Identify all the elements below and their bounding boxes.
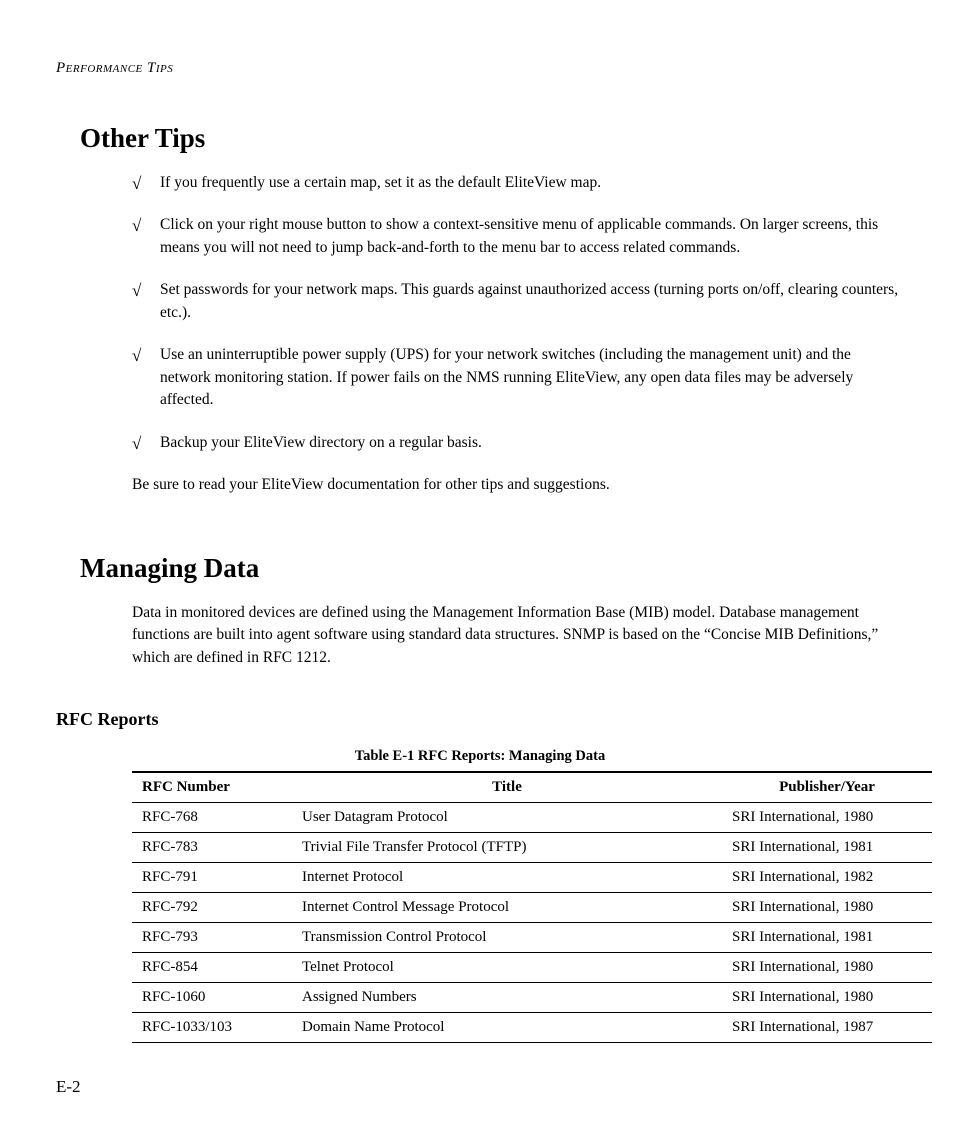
table-row: RFC-854Telnet ProtocolSRI International,… <box>132 953 932 983</box>
list-item-text: Backup your EliteView directory on a reg… <box>160 434 482 451</box>
table-caption: Table E-1 RFC Reports: Managing Data <box>56 748 904 765</box>
list-item-text: If you frequently use a certain map, set… <box>160 174 601 191</box>
table-row: RFC-791Internet ProtocolSRI Internationa… <box>132 863 932 893</box>
rfc-reports-table: RFC Number Title Publisher/Year RFC-768U… <box>132 771 932 1043</box>
cell-pub: SRI International, 1980 <box>722 803 932 833</box>
cell-pub: SRI International, 1980 <box>722 893 932 923</box>
cell-pub: SRI International, 1981 <box>722 833 932 863</box>
cell-rfc: RFC-783 <box>132 833 292 863</box>
cell-pub: SRI International, 1987 <box>722 1013 932 1043</box>
check-icon: √ <box>132 432 141 457</box>
list-item-text: Set passwords for your network maps. Thi… <box>160 281 898 320</box>
cell-title: Internet Control Message Protocol <box>292 893 722 923</box>
check-icon: √ <box>132 279 141 304</box>
table-row: RFC-1033/103Domain Name ProtocolSRI Inte… <box>132 1013 932 1043</box>
cell-rfc: RFC-854 <box>132 953 292 983</box>
page-number: E-2 <box>56 1077 904 1097</box>
heading-other-tips: Other Tips <box>80 123 904 154</box>
cell-pub: SRI International, 1980 <box>722 953 932 983</box>
list-item: √ If you frequently use a certain map, se… <box>132 172 904 194</box>
list-item: √ Backup your EliteView directory on a re… <box>132 432 904 454</box>
cell-rfc: RFC-793 <box>132 923 292 953</box>
cell-rfc: RFC-1033/103 <box>132 1013 292 1043</box>
th-publisher-year: Publisher/Year <box>722 772 932 803</box>
list-item: √ Click on your right mouse button to sho… <box>132 214 904 259</box>
list-item: √ Set passwords for your network maps. Th… <box>132 279 904 324</box>
table-row: RFC-1060Assigned NumbersSRI Internationa… <box>132 983 932 1013</box>
table-row: RFC-793Transmission Control ProtocolSRI … <box>132 923 932 953</box>
cell-pub: SRI International, 1982 <box>722 863 932 893</box>
cell-pub: SRI International, 1981 <box>722 923 932 953</box>
managing-data-intro: Data in monitored devices are defined us… <box>132 602 904 669</box>
list-item: √ Use an uninterruptible power supply (UP… <box>132 344 904 411</box>
cell-title: Trivial File Transfer Protocol (TFTP) <box>292 833 722 863</box>
cell-rfc: RFC-1060 <box>132 983 292 1013</box>
cell-title: Transmission Control Protocol <box>292 923 722 953</box>
cell-title: Domain Name Protocol <box>292 1013 722 1043</box>
other-tips-trailer: Be sure to read your EliteView documenta… <box>132 474 904 496</box>
subheading-rfc-reports: RFC Reports <box>56 709 904 730</box>
list-item-text: Use an uninterruptible power supply (UPS… <box>160 346 853 408</box>
th-title: Title <box>292 772 722 803</box>
cell-rfc: RFC-791 <box>132 863 292 893</box>
cell-rfc: RFC-768 <box>132 803 292 833</box>
list-item-text: Click on your right mouse button to show… <box>160 216 878 255</box>
heading-managing-data: Managing Data <box>80 553 904 584</box>
table-row: RFC-792Internet Control Message Protocol… <box>132 893 932 923</box>
table-row: RFC-768User Datagram ProtocolSRI Interna… <box>132 803 932 833</box>
cell-pub: SRI International, 1980 <box>722 983 932 1013</box>
cell-title: User Datagram Protocol <box>292 803 722 833</box>
cell-title: Assigned Numbers <box>292 983 722 1013</box>
check-icon: √ <box>132 344 141 369</box>
rfc-table-body: RFC-768User Datagram ProtocolSRI Interna… <box>132 803 932 1043</box>
table-row: RFC-783Trivial File Transfer Protocol (T… <box>132 833 932 863</box>
cell-title: Telnet Protocol <box>292 953 722 983</box>
other-tips-list: √ If you frequently use a certain map, se… <box>132 172 904 454</box>
check-icon: √ <box>132 172 141 197</box>
running-head: Performance Tips <box>56 60 904 77</box>
cell-title: Internet Protocol <box>292 863 722 893</box>
cell-rfc: RFC-792 <box>132 893 292 923</box>
check-icon: √ <box>132 214 141 239</box>
th-rfc-number: RFC Number <box>132 772 292 803</box>
